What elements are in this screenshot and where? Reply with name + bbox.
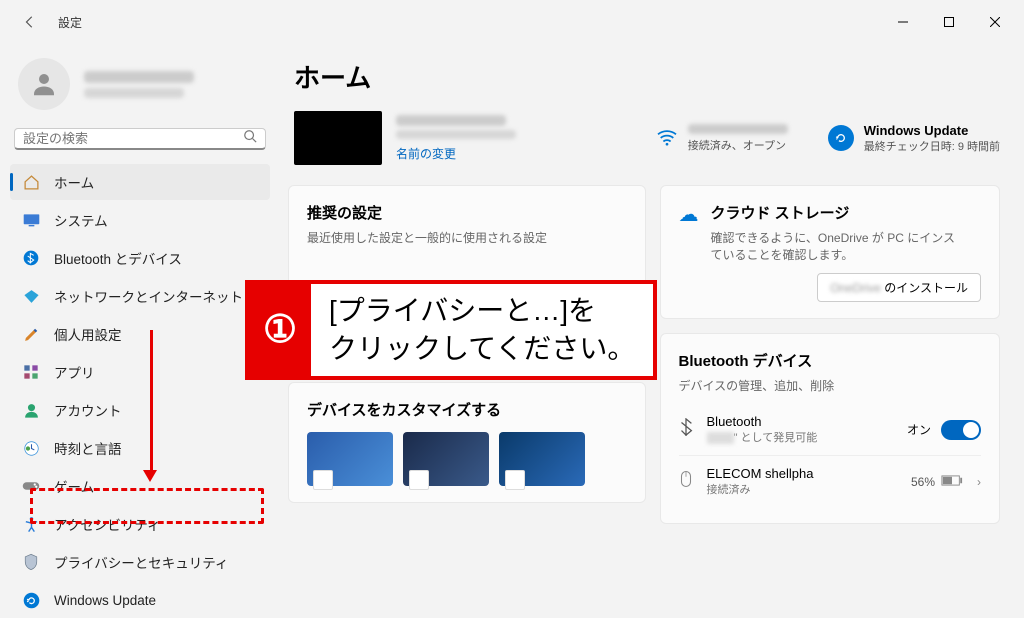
nav-label: システム (54, 210, 108, 230)
maximize-button[interactable] (926, 6, 972, 38)
card-title: デバイスをカスタマイズする (307, 399, 627, 420)
user-name-blurred (84, 71, 194, 98)
nav-privacy[interactable]: プライバシーとセキュリティ (10, 544, 270, 580)
avatar (18, 58, 70, 110)
bluetooth-card: Bluetooth デバイス デバイスの管理、追加、削除 Bluetooth "… (660, 333, 1000, 524)
user-block[interactable] (10, 44, 270, 128)
nav-accessibility[interactable]: アクセシビリティ (10, 506, 270, 542)
search-box[interactable] (14, 128, 266, 150)
update-icon (828, 125, 854, 151)
app-title: 設定 (58, 14, 82, 31)
nav-label: プライバシーとセキュリティ (54, 552, 228, 572)
theme-thumb[interactable] (499, 432, 585, 486)
device-model-blurred (396, 130, 516, 139)
nav-label: 時刻と言語 (54, 438, 122, 458)
nav-time[interactable]: 時刻と言語 (10, 430, 270, 466)
customize-card: デバイスをカスタマイズする (288, 382, 646, 503)
nav-label: Windows Update (54, 593, 156, 608)
system-icon (22, 211, 40, 229)
update-icon (22, 591, 40, 609)
personalization-icon (22, 325, 40, 343)
bt-sub: " として発見可能 (734, 432, 818, 444)
network-icon (22, 287, 40, 305)
search-icon (243, 129, 257, 148)
close-button[interactable] (972, 6, 1018, 38)
privacy-icon (22, 553, 40, 571)
onedrive-install-button[interactable]: OneDrive のインストール (817, 273, 981, 302)
card-desc: 最近使用した設定と一般的に使用される設定 (307, 229, 627, 246)
cloud-card: ☁ クラウド ストレージ 確認できるように、OneDrive が PC にインス… (660, 185, 1000, 319)
nav-personalization[interactable]: 個人用設定 (10, 316, 270, 352)
card-desc: デバイスの管理、追加、削除 (679, 377, 981, 394)
device-status: 接続済み (707, 481, 814, 497)
nav-label: 個人用設定 (54, 324, 122, 344)
nav-network[interactable]: ネットワークとインターネット (10, 278, 270, 314)
wu-title: Windows Update (864, 123, 1000, 138)
wifi-ssid-blurred (688, 124, 788, 134)
toggle-label: オン (907, 421, 931, 438)
cloud-desc2: ていることを確認します。 (711, 248, 854, 262)
nav-gaming[interactable]: ゲーム (10, 468, 270, 504)
nav-bluetooth[interactable]: Bluetooth とデバイス (10, 240, 270, 276)
sidebar: ホーム システム Bluetooth とデバイス ネットワークとインターネット … (0, 44, 280, 576)
accessibility-icon (22, 515, 40, 533)
device-block[interactable]: 名前の変更 (294, 111, 516, 165)
mouse-icon (679, 470, 693, 493)
nav-label: ネットワークとインターネット (54, 286, 243, 306)
annotation-arrow (148, 330, 154, 480)
device-name-blurred (396, 115, 506, 126)
home-icon (22, 173, 40, 191)
theme-thumb[interactable] (403, 432, 489, 486)
titlebar: 設定 (0, 0, 1024, 44)
nav: ホーム システム Bluetooth とデバイス ネットワークとインターネット … (10, 164, 270, 618)
wu-last-check: 最終チェック日時: 9 時間前 (864, 138, 1000, 154)
wifi-status-text: 接続済み、オープン (688, 137, 788, 153)
theme-thumb[interactable] (307, 432, 393, 486)
minimize-button[interactable] (880, 6, 926, 38)
nav-label: アクセシビリティ (54, 514, 161, 534)
nav-system[interactable]: システム (10, 202, 270, 238)
windows-update-status[interactable]: Windows Update 最終チェック日時: 9 時間前 (828, 123, 1000, 154)
card-title: Bluetooth デバイス (679, 350, 981, 371)
page-title: ホーム (288, 44, 1000, 111)
bluetooth-icon (679, 418, 693, 441)
nav-update[interactable]: Windows Update (10, 582, 270, 618)
nav-label: アプリ (54, 362, 95, 382)
back-button[interactable] (16, 8, 44, 36)
battery-icon (941, 475, 963, 489)
card-title: 推奨の設定 (307, 202, 627, 223)
nav-home[interactable]: ホーム (10, 164, 270, 200)
wifi-status[interactable]: 接続済み、オープン (656, 124, 788, 153)
search-input[interactable] (23, 131, 243, 146)
device-name: ELECOM shellpha (707, 466, 814, 481)
card-title: クラウド ストレージ (711, 202, 981, 223)
gaming-icon (22, 477, 40, 495)
device-image (294, 111, 382, 165)
bluetooth-toggle[interactable] (941, 420, 981, 440)
time-icon (22, 439, 40, 457)
nav-apps[interactable]: アプリ (10, 354, 270, 390)
annotation-text: [プライバシーと…]を クリックしてください。 (311, 284, 653, 376)
annotation-number: ① (249, 284, 311, 376)
cloud-icon: ☁ (679, 202, 699, 227)
apps-icon (22, 363, 40, 381)
bluetooth-icon (22, 249, 40, 267)
bt-name: Bluetooth (707, 414, 818, 429)
annotation-callout: ① [プライバシーと…]を クリックしてください。 (245, 280, 657, 380)
nav-label: アカウント (54, 400, 122, 420)
nav-label: ホーム (54, 172, 94, 192)
accounts-icon (22, 401, 40, 419)
nav-label: ゲーム (54, 476, 94, 496)
battery-pct: 56% (911, 475, 935, 489)
nav-label: Bluetooth とデバイス (54, 248, 182, 268)
nav-accounts[interactable]: アカウント (10, 392, 270, 428)
wifi-icon (656, 128, 678, 149)
cloud-desc: 確認できるように、OneDrive が PC にインス (711, 231, 956, 245)
rename-link[interactable]: 名前の変更 (396, 145, 516, 162)
chevron-right-icon: › (977, 475, 981, 489)
